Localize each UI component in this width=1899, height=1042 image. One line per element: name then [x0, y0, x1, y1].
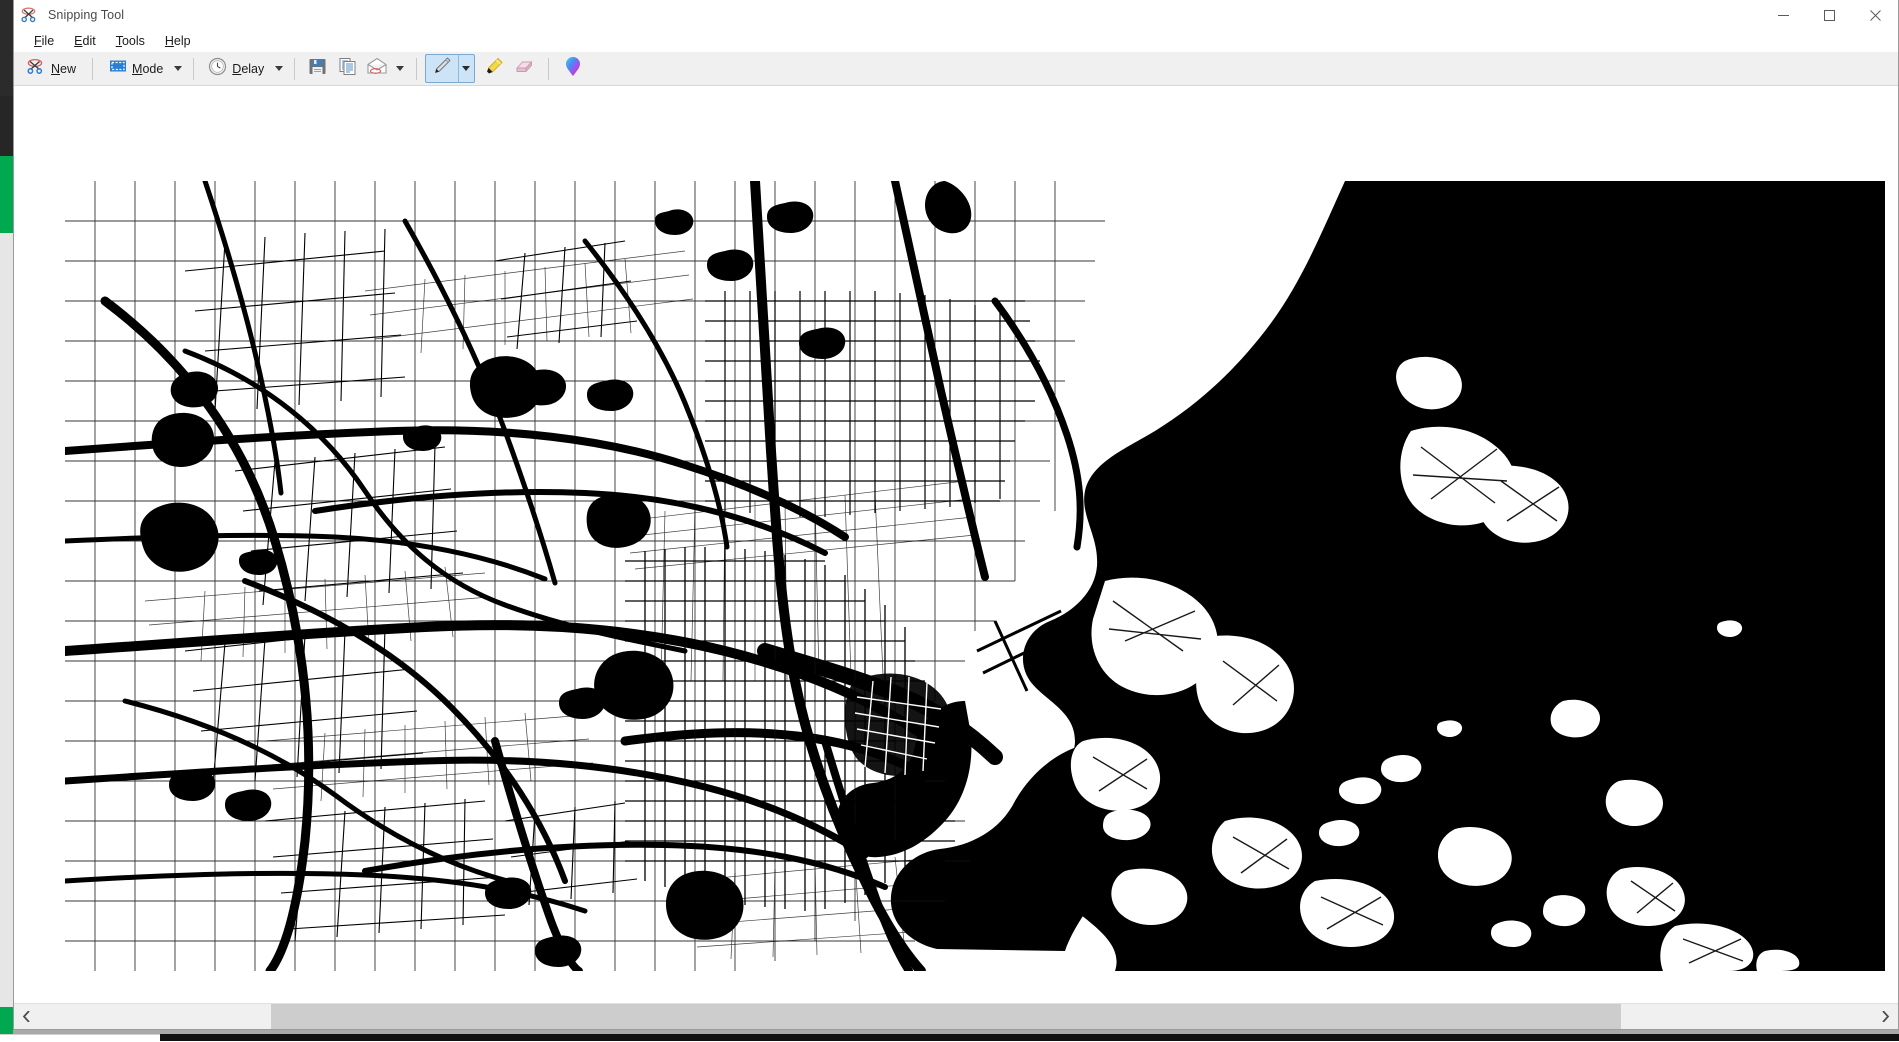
save-snip-button[interactable]: [302, 54, 332, 83]
menu-item-tools-label: ools: [122, 34, 145, 48]
chevron-down-icon: [396, 66, 404, 71]
pen-tool-group: [425, 54, 475, 83]
snipping-tool-window: Snipping Tool File Edit Tools Help: [13, 0, 1899, 1030]
title-bar[interactable]: Snipping Tool: [14, 0, 1898, 30]
chevron-left-icon: [22, 1011, 31, 1022]
email-dropdown-arrow[interactable]: [392, 54, 408, 83]
delay-button[interactable]: Delay: [201, 54, 271, 83]
toolbar: New Mode: [14, 52, 1898, 86]
toolbar-separator: [92, 58, 93, 80]
chevron-down-icon: [174, 66, 182, 71]
horizontal-scroll-thumb[interactable]: [271, 1004, 1621, 1029]
menu-bar: File Edit Tools Help: [14, 30, 1898, 52]
pen-button[interactable]: [426, 54, 458, 83]
taskbar-strip-dark: [160, 1034, 1899, 1041]
snip-canvas-area[interactable]: [14, 86, 1898, 1003]
menu-item-file[interactable]: File: [24, 32, 64, 50]
toolbar-separator: [294, 58, 295, 80]
menu-item-edit[interactable]: Edit: [64, 32, 106, 50]
backdrop-strip-dark-top: [0, 0, 13, 96]
chevron-right-icon: [1881, 1011, 1890, 1022]
toolbar-separator: [193, 58, 194, 80]
boston-map-graphic: [65, 181, 1885, 971]
new-snip-label: New: [51, 62, 76, 76]
menu-item-help[interactable]: Help: [155, 32, 201, 50]
horizontal-scrollbar[interactable]: [14, 1003, 1898, 1029]
mode-dropdown-arrow[interactable]: [170, 54, 186, 83]
horizontal-scroll-track[interactable]: [39, 1004, 1873, 1029]
toolbar-separator: [416, 58, 417, 80]
menu-item-help-label: elp: [174, 34, 191, 48]
highlighter-icon: [483, 55, 505, 82]
menu-item-file-label: ile: [42, 34, 55, 48]
eraser-icon: [513, 57, 535, 80]
copy-pages-icon: [338, 57, 357, 81]
backdrop-strip-dark: [0, 96, 13, 156]
email-snip-button[interactable]: [362, 54, 392, 83]
maximize-button[interactable]: [1806, 0, 1852, 30]
mode-label: Mode: [132, 62, 163, 76]
chevron-down-icon: [275, 66, 283, 71]
chevron-down-icon: [462, 66, 470, 71]
floppy-save-icon: [308, 57, 327, 81]
window-title: Snipping Tool: [48, 8, 124, 22]
minimize-button[interactable]: [1760, 0, 1806, 30]
paint-3d-button[interactable]: [558, 54, 588, 83]
scissors-new-icon: [26, 56, 46, 81]
delay-label: Delay: [232, 62, 264, 76]
scroll-left-button[interactable]: [14, 1004, 39, 1029]
toolbar-separator: [548, 58, 549, 80]
mode-button[interactable]: Mode: [102, 54, 170, 83]
close-button[interactable]: [1852, 0, 1898, 30]
backdrop-strip-gray: [0, 233, 13, 1023]
window-controls: [1760, 0, 1898, 30]
paint-3d-balloon-icon: [563, 55, 583, 82]
scroll-right-button[interactable]: [1873, 1004, 1898, 1029]
highlighter-button[interactable]: [479, 54, 509, 83]
menu-item-tools[interactable]: Tools: [106, 32, 155, 50]
menu-item-edit-label: dit: [83, 34, 96, 48]
clock-icon: [208, 57, 227, 81]
email-envelope-icon: [366, 57, 388, 81]
snip-image[interactable]: [65, 181, 1885, 971]
selection-rect-icon: [109, 57, 127, 80]
new-snip-button[interactable]: New: [19, 54, 83, 83]
backdrop-strip-green: [0, 156, 13, 233]
scissors-icon: [20, 5, 40, 25]
copy-snip-button[interactable]: [332, 54, 362, 83]
eraser-button[interactable]: [509, 54, 539, 83]
pen-dropdown-arrow[interactable]: [458, 54, 474, 83]
delay-dropdown-arrow[interactable]: [271, 54, 287, 83]
pen-icon: [431, 55, 453, 82]
